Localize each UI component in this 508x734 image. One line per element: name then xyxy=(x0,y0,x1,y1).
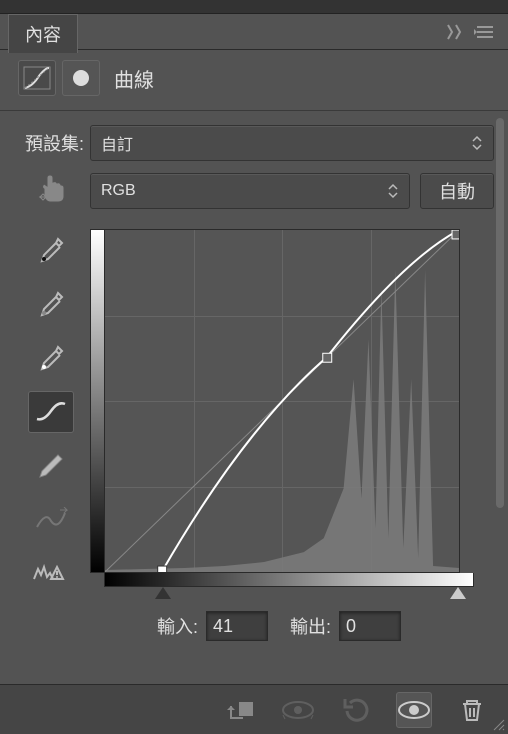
curves-graph[interactable] xyxy=(90,229,460,573)
black-point-eyedropper[interactable] xyxy=(28,229,74,271)
clip-to-layer-button[interactable] xyxy=(222,692,258,728)
panel-header: 內容 xyxy=(0,14,508,50)
scrollbar[interactable] xyxy=(496,118,504,508)
channel-value: RGB xyxy=(101,182,136,200)
y-gradient xyxy=(91,230,105,572)
white-slider[interactable] xyxy=(450,587,466,599)
curve-line xyxy=(105,230,459,572)
auto-button[interactable]: 自動 xyxy=(420,173,494,209)
white-point-eyedropper[interactable] xyxy=(28,337,74,379)
trash-icon xyxy=(459,696,485,724)
adjustment-title-row: 曲線 xyxy=(0,50,508,111)
pencil-tool[interactable] xyxy=(28,445,74,487)
left-tools xyxy=(28,229,78,595)
adjustment-title: 曲線 xyxy=(114,64,154,93)
delete-button[interactable] xyxy=(454,692,490,728)
x-gradient-wrap xyxy=(90,573,460,587)
io-row: 輸入: 輸出: xyxy=(14,611,494,641)
curve-edit-tool[interactable] xyxy=(28,391,74,433)
channel-row: RGB 自動 xyxy=(14,173,494,209)
tab-label: 內容 xyxy=(25,25,61,45)
resize-grip[interactable] xyxy=(492,718,506,732)
x-gradient xyxy=(104,573,474,587)
panel-menu-icon[interactable] xyxy=(474,21,496,43)
input-label: 輸入: xyxy=(157,613,198,639)
layer-mask-button[interactable] xyxy=(62,60,100,96)
curves-adjustment-icon-button[interactable] xyxy=(18,60,56,96)
dropdown-arrows-icon xyxy=(387,182,399,200)
smooth-tool[interactable] xyxy=(28,499,74,541)
output-label: 輸出: xyxy=(290,613,331,639)
graph-zone xyxy=(14,229,494,587)
eye-icon xyxy=(397,699,431,721)
reset-button[interactable] xyxy=(338,692,374,728)
grid-area[interactable] xyxy=(105,230,459,572)
view-previous-button[interactable] xyxy=(280,692,316,728)
visibility-toggle-button[interactable] xyxy=(396,692,432,728)
input-value-field[interactable] xyxy=(206,611,268,641)
footer-bar xyxy=(0,684,508,734)
preset-select[interactable]: 自訂 xyxy=(90,125,494,161)
output-value-field[interactable] xyxy=(339,611,401,641)
panel-tab-properties[interactable]: 內容 xyxy=(8,14,78,53)
gray-point-eyedropper[interactable] xyxy=(28,283,74,325)
window-top-edge xyxy=(0,0,508,14)
clip-warning-tool[interactable] xyxy=(28,553,74,595)
dropdown-arrows-icon xyxy=(471,134,483,152)
auto-label: 自動 xyxy=(439,178,475,204)
collapse-icon[interactable] xyxy=(444,21,466,43)
channel-select[interactable]: RGB xyxy=(90,173,410,209)
preset-label: 預設集: xyxy=(14,130,90,156)
preset-row: 預設集: 自訂 xyxy=(14,125,494,161)
targeted-adjustment-tool[interactable] xyxy=(36,171,76,211)
preset-value: 自訂 xyxy=(101,131,133,155)
black-slider[interactable] xyxy=(155,587,171,599)
mask-icon xyxy=(69,66,93,90)
content-area: 預設集: 自訂 RGB 自動 xyxy=(0,111,508,641)
curves-icon xyxy=(23,66,51,90)
